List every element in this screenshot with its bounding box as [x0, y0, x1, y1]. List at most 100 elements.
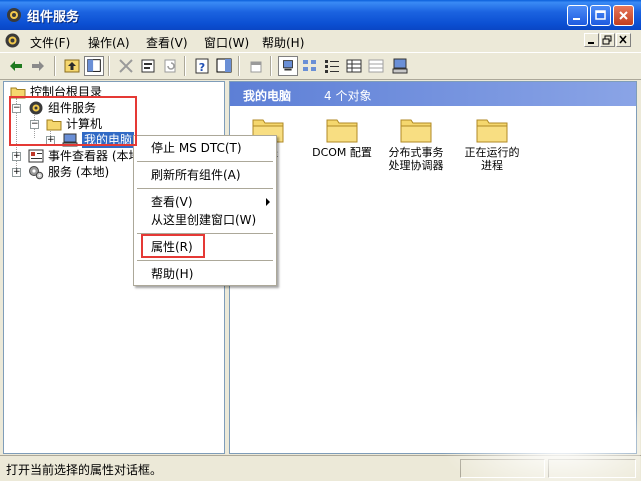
- menu-file[interactable]: 文件(F): [30, 34, 70, 51]
- minimize-icon: [588, 42, 594, 44]
- tree-item-label: 控制台根目录: [30, 85, 103, 99]
- mdi-minimize-button[interactable]: [584, 33, 599, 47]
- ctx-item-label: 停止 MS DTC(T): [151, 141, 242, 155]
- mdi-restore-button[interactable]: [600, 33, 615, 47]
- ctx-view[interactable]: 查看(V): [134, 192, 276, 212]
- new-window-icon[interactable]: [246, 56, 266, 76]
- computer-icon: [62, 133, 78, 147]
- toolbar-separator: [108, 56, 110, 76]
- status-cell: [460, 459, 545, 478]
- properties-icon[interactable]: [138, 56, 158, 76]
- result-pane-title: 我的电脑: [243, 89, 292, 103]
- list-view-icon[interactable]: [322, 56, 342, 76]
- show-action-pane-icon[interactable]: [214, 56, 234, 76]
- minimize-icon: [573, 18, 580, 20]
- computer-icon[interactable]: [390, 56, 410, 76]
- toolbar-separator: [54, 56, 56, 76]
- back-arrow-icon[interactable]: [6, 56, 26, 76]
- large-icons-view-icon[interactable]: [278, 56, 298, 76]
- status-cell: [548, 459, 636, 478]
- component-services-window: 组件服务 文件(F) 操作(A) 查看(V) 窗口(W) 帮助(H) ? 控制台…: [0, 0, 641, 481]
- mdi-close-button[interactable]: [616, 33, 631, 47]
- services-gear-icon: [29, 166, 44, 180]
- restore-icon: [602, 35, 612, 45]
- menu-bar: 文件(F) 操作(A) 查看(V) 窗口(W) 帮助(H): [0, 30, 641, 53]
- status-text: 打开当前选择的属性对话框。: [6, 463, 163, 477]
- result-pane-header: 我的电脑 4 个对象: [230, 82, 636, 106]
- menu-separator: [137, 260, 273, 261]
- svg-text:?: ?: [199, 61, 205, 74]
- ctx-item-label: 帮助(H): [151, 267, 194, 281]
- expand-icon[interactable]: +: [12, 152, 21, 161]
- maximize-button[interactable]: [590, 5, 611, 26]
- ctx-item-label: 属性(R): [151, 240, 193, 254]
- minimize-button[interactable]: [567, 5, 588, 26]
- ctx-refresh-all-components[interactable]: 刷新所有组件(A): [134, 165, 276, 185]
- ctx-stop-ms-dtc[interactable]: 停止 MS DTC(T): [134, 138, 276, 158]
- small-icons-view-icon[interactable]: [300, 56, 320, 76]
- component-services-icon: [7, 8, 21, 22]
- folder-icon: [326, 119, 358, 143]
- tree-item-label: 组件服务: [48, 101, 97, 115]
- tree-item-component-services[interactable]: − 组件服务: [8, 100, 208, 116]
- folder-label: DCOM 配置: [312, 146, 372, 159]
- menu-view[interactable]: 查看(V): [146, 34, 188, 51]
- toolbar-separator: [270, 56, 272, 76]
- component-services-icon: [29, 101, 43, 115]
- menu-action[interactable]: 操作(A): [88, 34, 130, 51]
- menu-help[interactable]: 帮助(H): [262, 34, 304, 51]
- folder-icon: [400, 119, 432, 143]
- close-button[interactable]: [613, 5, 634, 26]
- folder-icon: [476, 119, 508, 143]
- menu-separator: [137, 161, 273, 162]
- title-bar[interactable]: 组件服务: [0, 0, 641, 30]
- folder-label: 分布式事务处理协调器: [388, 146, 444, 172]
- maximize-icon: [595, 10, 606, 20]
- menu-separator: [137, 233, 273, 234]
- event-viewer-icon: [28, 149, 44, 163]
- forward-arrow-icon[interactable]: [28, 56, 48, 76]
- status-bar: 打开当前选择的属性对话框。: [0, 455, 641, 481]
- folder-item-running-processes[interactable]: 正在运行的进程: [456, 114, 528, 172]
- help-icon[interactable]: ?: [192, 56, 212, 76]
- up-folder-icon[interactable]: [62, 56, 82, 76]
- toolbar: ?: [0, 53, 641, 80]
- toolbar-separator: [184, 56, 186, 76]
- window-title: 组件服务: [27, 10, 80, 25]
- folder-label: 正在运行的进程: [464, 146, 520, 172]
- expand-icon[interactable]: +: [46, 136, 55, 145]
- folder-item-dcom-config[interactable]: DCOM 配置: [306, 114, 378, 159]
- detail-view-icon[interactable]: [344, 56, 364, 76]
- ctx-properties[interactable]: 属性(R): [134, 237, 276, 257]
- menu-window[interactable]: 窗口(W): [204, 34, 249, 51]
- submenu-arrow-icon: [266, 198, 270, 206]
- toolbar-separator: [238, 56, 240, 76]
- tree-item-label: 服务 (本地): [48, 165, 110, 179]
- tree-item-label: 计算机: [66, 117, 103, 131]
- tree-item-console-root[interactable]: 控制台根目录: [8, 84, 208, 100]
- expand-icon[interactable]: +: [12, 168, 21, 177]
- collapse-icon[interactable]: −: [30, 120, 39, 129]
- ctx-help[interactable]: 帮助(H): [134, 264, 276, 284]
- tree-item-computers[interactable]: − 计算机: [26, 116, 206, 132]
- close-icon: [619, 11, 628, 20]
- component-services-icon[interactable]: [4, 32, 21, 49]
- ctx-item-label: 从这里创建窗口(W): [151, 213, 257, 227]
- context-menu: 停止 MS DTC(T) 刷新所有组件(A) 查看(V) 从这里创建窗口(W) …: [133, 135, 277, 286]
- delete-icon[interactable]: [116, 56, 136, 76]
- filter-list-icon[interactable]: [366, 56, 386, 76]
- tree-item-label: 我的电脑: [82, 132, 135, 148]
- folder-icon: [46, 119, 62, 131]
- close-icon: [619, 35, 627, 44]
- folder-icon: [10, 87, 26, 99]
- object-count: 4 个对象: [324, 89, 372, 103]
- collapse-icon[interactable]: −: [12, 104, 21, 113]
- ctx-new-window-from-here[interactable]: 从这里创建窗口(W): [134, 210, 276, 230]
- result-pane[interactable]: 我的电脑 4 个对象 用程 DCOM 配置 分布式事务处理协调器 正在运行的进程: [229, 81, 637, 454]
- folder-item-dtc[interactable]: 分布式事务处理协调器: [380, 114, 452, 172]
- ctx-item-label: 查看(V): [151, 195, 193, 209]
- menu-separator: [137, 188, 273, 189]
- ctx-item-label: 刷新所有组件(A): [151, 168, 241, 182]
- refresh-icon[interactable]: [160, 56, 180, 76]
- show-hide-tree-icon[interactable]: [84, 56, 104, 76]
